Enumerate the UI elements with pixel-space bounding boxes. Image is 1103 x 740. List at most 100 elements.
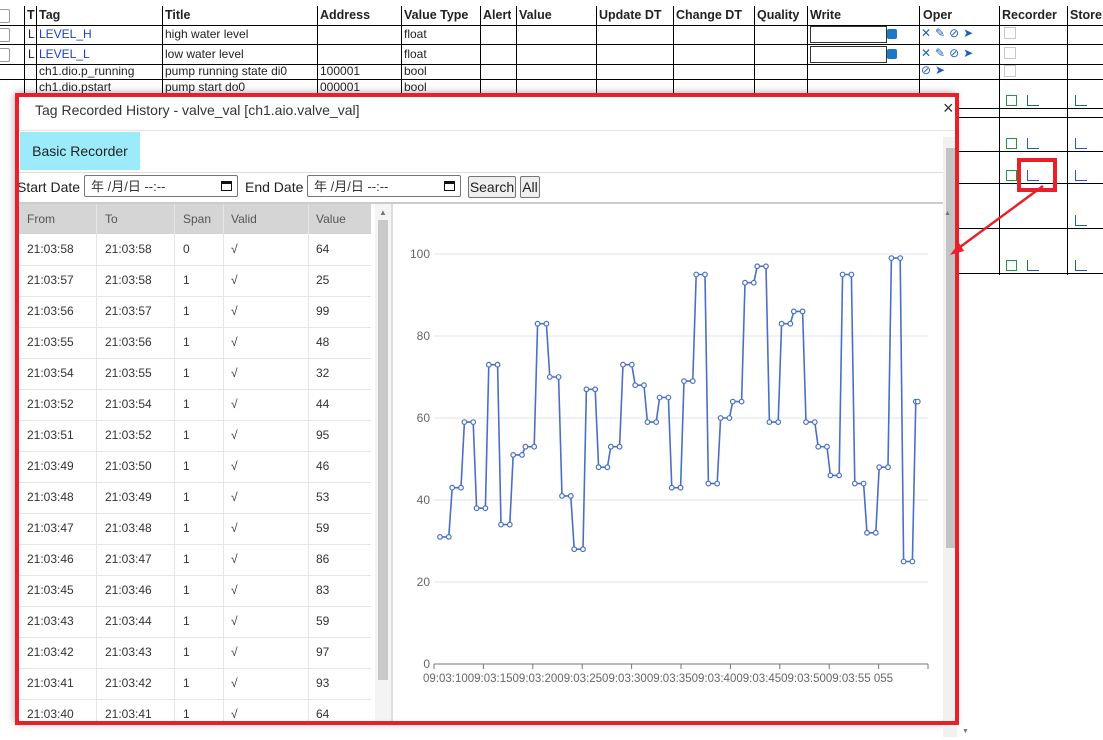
scroll-up-icon[interactable]: ▲ — [944, 210, 951, 217]
col-quality: Quality — [757, 8, 800, 22]
from-cell: 21:03:47 — [27, 521, 74, 535]
recorder-chart-icon[interactable] — [1027, 95, 1039, 106]
table-row[interactable]: 21:03:55 21:03:56 1 √ 48 — [18, 327, 371, 359]
end-date-input[interactable]: 年 /月/日 --:-- — [307, 175, 461, 197]
table-row[interactable]: 21:03:56 21:03:57 1 √ 99 — [18, 296, 371, 328]
recorder-edit-icon[interactable] — [1006, 95, 1017, 106]
table-row[interactable]: 21:03:58 21:03:58 0 √ 64 — [18, 234, 371, 266]
col-value: Value — [519, 8, 552, 22]
recorder-edit-icon[interactable] — [1004, 47, 1016, 59]
valid-cell: √ — [231, 335, 238, 349]
col-change-dt: Change DT — [676, 8, 742, 22]
to-cell: 21:03:46 — [105, 583, 152, 597]
to-cell: 21:03:56 — [105, 335, 152, 349]
store-chart-icon[interactable] — [1075, 215, 1087, 226]
store-chart-icon[interactable] — [1075, 95, 1087, 106]
tag-link[interactable]: LEVEL_H — [39, 25, 92, 44]
col-to[interactable]: To — [105, 204, 118, 234]
data-point — [799, 308, 806, 315]
data-point — [677, 484, 684, 491]
row-type: L — [28, 27, 35, 41]
data-point — [909, 558, 916, 565]
y-tick-label: 0 — [423, 657, 430, 671]
write-input[interactable] — [810, 46, 887, 63]
tag-link[interactable]: LEVEL_L — [39, 45, 90, 64]
data-point — [519, 451, 525, 458]
tag-address: 100001 — [320, 64, 361, 78]
data-point — [458, 484, 464, 491]
data-point — [665, 394, 672, 401]
from-cell: 21:03:51 — [27, 428, 74, 442]
table-row[interactable]: 21:03:52 21:03:54 1 √ 44 — [18, 389, 371, 421]
oper-icons[interactable]: ✕✎⊘➤ — [921, 26, 977, 40]
tag-address: 000001 — [320, 80, 361, 93]
from-cell: 21:03:43 — [27, 614, 74, 628]
data-point — [644, 419, 651, 426]
table-row[interactable]: 21:03:51 21:03:52 1 √ 95 — [18, 420, 371, 452]
table-row[interactable]: 21:03:40 21:03:41 1 √ 64 — [18, 699, 371, 723]
start-date-input[interactable]: 年 /月/日 --:-- — [84, 175, 238, 197]
recorder-edit-icon[interactable] — [1004, 27, 1016, 39]
value-cell: 83 — [316, 583, 330, 597]
table-row[interactable]: 21:03:47 21:03:48 1 √ 59 — [18, 513, 371, 545]
recorder-edit-icon[interactable] — [1006, 138, 1017, 149]
col-span[interactable]: Span — [183, 204, 211, 234]
table-row[interactable]: 21:03:48 21:03:49 1 √ 53 — [18, 482, 371, 514]
recorder-edit-icon[interactable] — [1006, 260, 1017, 271]
table-row: L LEVEL_L low water level float ✕✎⊘➤ — [0, 45, 1103, 65]
table-row[interactable]: 21:03:41 21:03:42 1 √ 93 — [18, 668, 371, 700]
scroll-up-icon[interactable]: ▲ — [379, 208, 387, 217]
search-button[interactable]: Search — [468, 176, 516, 198]
all-button[interactable]: All — [520, 176, 540, 198]
span-cell: 1 — [183, 366, 190, 380]
span-cell: 1 — [183, 459, 190, 473]
write-button[interactable] — [887, 29, 897, 39]
col-tag: Tag — [39, 8, 61, 22]
recorder-edit-icon[interactable] — [1006, 170, 1017, 181]
tag-title: high water level — [165, 27, 249, 41]
table-row[interactable]: 21:03:54 21:03:55 1 √ 32 — [18, 358, 371, 390]
calendar-icon[interactable] — [444, 181, 455, 191]
recorder-edit-icon[interactable] — [1004, 65, 1016, 77]
store-chart-icon[interactable] — [1075, 138, 1087, 149]
scroll-down-icon[interactable]: ▼ — [962, 728, 969, 735]
data-point — [571, 546, 578, 553]
data-point — [437, 534, 443, 540]
table-row[interactable]: 21:03:46 21:03:47 1 √ 86 — [18, 544, 371, 576]
table-row[interactable]: 21:03:57 21:03:58 1 √ 25 — [18, 265, 371, 297]
recorder-chart-icon[interactable] — [1027, 138, 1039, 149]
store-chart-icon[interactable] — [1075, 170, 1087, 181]
col-from[interactable]: From — [27, 204, 55, 234]
store-chart-icon[interactable] — [1075, 260, 1087, 271]
col-valid[interactable]: Valid — [231, 204, 257, 234]
oper-icons[interactable]: ⊘➤ — [921, 63, 949, 77]
write-input[interactable] — [810, 26, 887, 43]
col-update-dt: Update DT — [599, 8, 662, 22]
to-cell: 21:03:58 — [105, 273, 152, 287]
oper-icons[interactable]: ✕✎⊘➤ — [921, 46, 977, 60]
close-icon[interactable]: × — [943, 98, 954, 119]
value-cell: 64 — [316, 707, 330, 721]
end-date-placeholder: 年 /月/日 --:-- — [314, 179, 389, 194]
table-row[interactable]: 21:03:45 21:03:46 1 √ 83 — [18, 575, 371, 607]
recorder-chart-icon[interactable] — [1027, 260, 1039, 271]
row-checkbox[interactable] — [0, 48, 10, 62]
data-point — [839, 271, 846, 278]
select-all-checkbox[interactable] — [0, 9, 10, 23]
to-cell: 21:03:57 — [105, 304, 152, 318]
calendar-icon[interactable] — [221, 181, 232, 191]
table-row[interactable]: 21:03:42 21:03:43 1 √ 97 — [18, 637, 371, 669]
tab-basic-recorder[interactable]: Basic Recorder — [20, 132, 140, 170]
write-button[interactable] — [887, 49, 897, 59]
col-value[interactable]: Value — [316, 204, 346, 234]
data-point — [470, 419, 477, 426]
history-scrollbar-thumb[interactable] — [378, 220, 388, 680]
table-row[interactable]: 21:03:43 21:03:44 1 √ 59 — [18, 606, 371, 638]
data-point — [580, 546, 586, 553]
col-write: Write — [810, 8, 842, 22]
table-row[interactable]: 21:03:49 21:03:50 1 √ 46 — [18, 451, 371, 483]
tag-value-type: bool — [404, 64, 427, 78]
page-scrollbar-thumb[interactable] — [946, 148, 956, 548]
row-checkbox[interactable] — [0, 28, 10, 42]
data-point — [461, 419, 468, 426]
